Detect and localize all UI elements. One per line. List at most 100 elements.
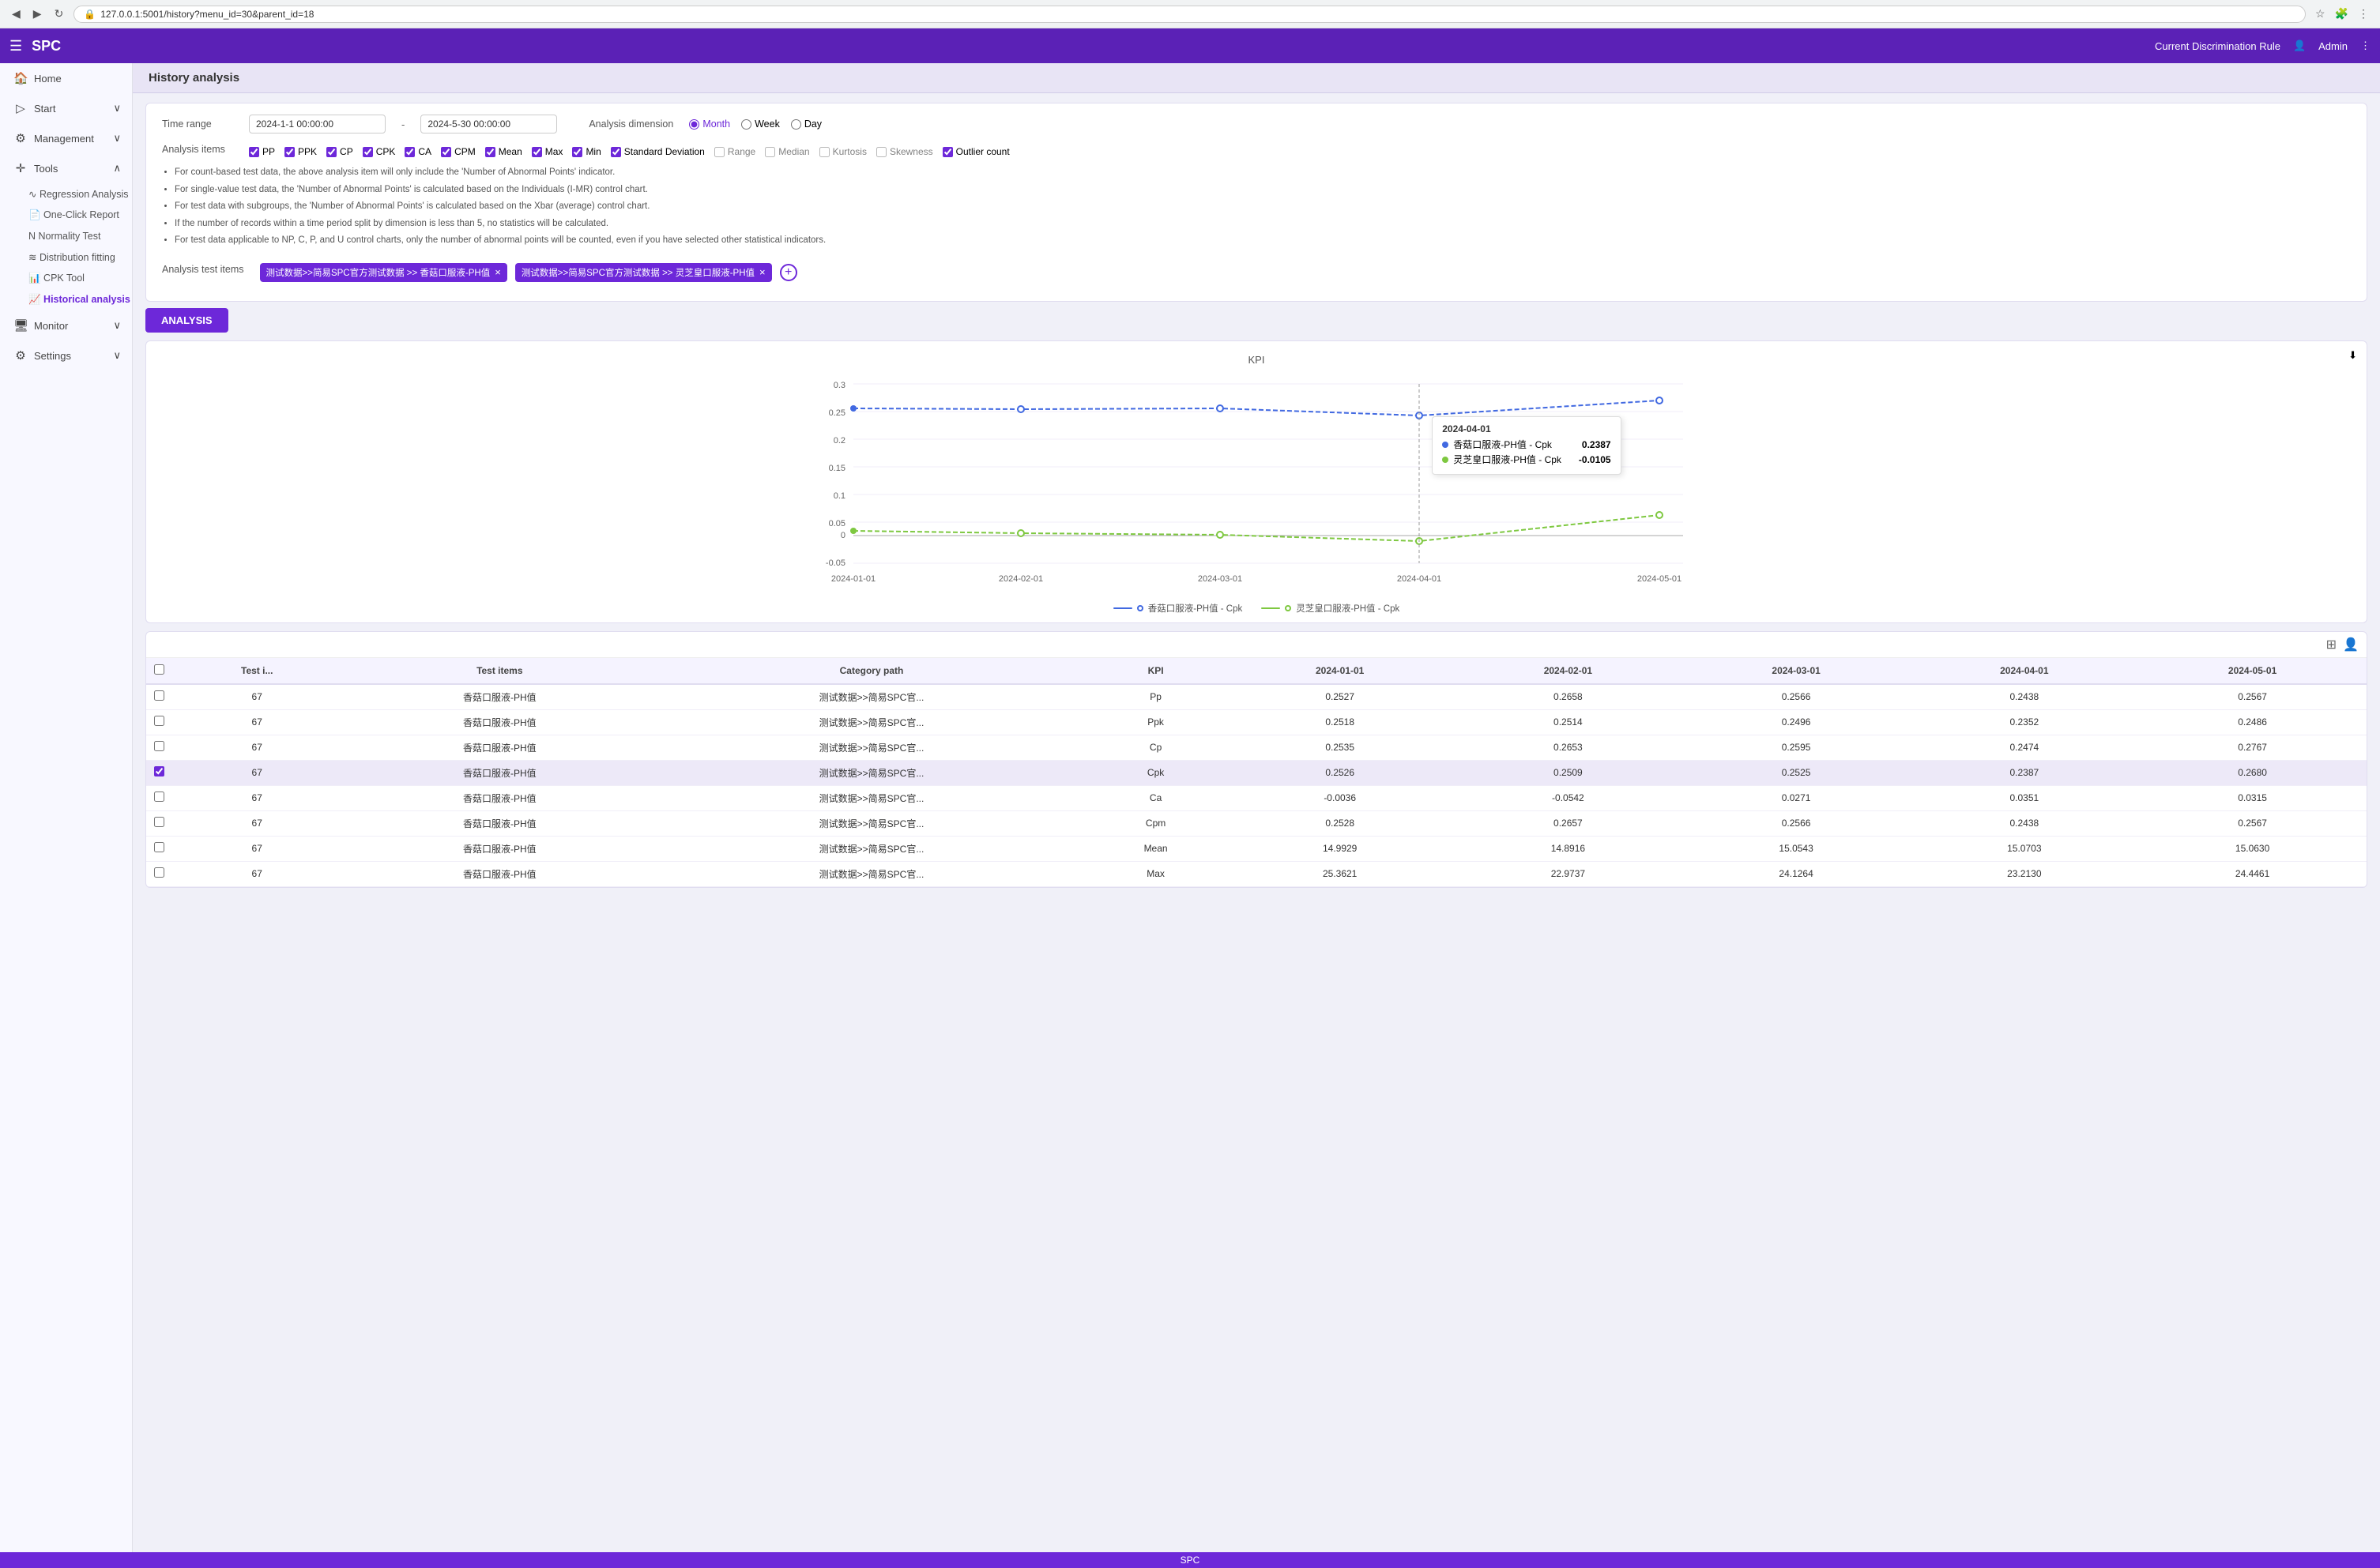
- cb-max[interactable]: Max: [532, 146, 563, 157]
- cb-ppk[interactable]: PPK: [284, 146, 317, 157]
- sidebar: 🏠 Home ▷ Start ∨ ⚙ Management ∨ ✛ Tools …: [0, 63, 133, 1552]
- sidebar-item-start[interactable]: ▷ Start ∨: [0, 93, 132, 123]
- row-checkbox[interactable]: [154, 792, 164, 802]
- sidebar-item-historical[interactable]: 📈 Historical analysis: [0, 289, 132, 310]
- cb-kurtosis[interactable]: Kurtosis: [819, 146, 867, 157]
- table-row: 67 香菇口服液-PH值 测试数据>>简易SPC官... Ppk 0.2518 …: [146, 709, 2367, 735]
- info-item-1: For count-based test data, the above ana…: [175, 165, 2351, 181]
- add-tag-button[interactable]: +: [780, 264, 797, 281]
- row-path: 测试数据>>简易SPC官...: [657, 836, 1086, 861]
- back-button[interactable]: ◀: [8, 6, 24, 22]
- topbar-more-icon[interactable]: ⋮: [2360, 39, 2371, 52]
- row-name: 香菇口服液-PH值: [341, 684, 657, 710]
- row-checkbox[interactable]: [154, 690, 164, 701]
- cb-mean[interactable]: Mean: [485, 146, 522, 157]
- row-checkbox-cell[interactable]: [146, 785, 172, 810]
- table-row: 67 香菇口服液-PH值 测试数据>>简易SPC官... Cpm 0.2528 …: [146, 810, 2367, 836]
- blue-line: [853, 400, 1659, 416]
- tag-2-close[interactable]: ×: [759, 266, 766, 278]
- table-body: 67 香菇口服液-PH值 测试数据>>简易SPC官... Pp 0.2527 0…: [146, 684, 2367, 887]
- blue-dot-1: [850, 405, 857, 412]
- data-table: Test i... Test items Category path KPI 2…: [146, 658, 2367, 887]
- row-kpi: Ca: [1086, 785, 1226, 810]
- dimension-day[interactable]: Day: [791, 118, 822, 130]
- dimension-month[interactable]: Month: [689, 118, 730, 130]
- cb-range[interactable]: Range: [714, 146, 755, 157]
- topbar-menu-icon[interactable]: ☰: [9, 38, 22, 55]
- sidebar-item-one-click[interactable]: 📄 One-Click Report: [0, 205, 132, 226]
- dimension-week[interactable]: Week: [741, 118, 780, 130]
- sidebar-item-management[interactable]: ⚙ Management ∨: [0, 123, 132, 153]
- row-v5: 0.2567: [2138, 810, 2367, 836]
- sidebar-item-regression[interactable]: ∿ Regression Analysis: [0, 183, 132, 205]
- refresh-button[interactable]: ↻: [51, 6, 68, 22]
- row-checkbox[interactable]: [154, 817, 164, 827]
- chevron-down-icon-monitor: ∨: [113, 319, 121, 332]
- row-checkbox[interactable]: [154, 741, 164, 751]
- main-layout: 🏠 Home ▷ Start ∨ ⚙ Management ∨ ✛ Tools …: [0, 63, 2380, 1552]
- row-checkbox-cell[interactable]: [146, 709, 172, 735]
- browser-nav[interactable]: ◀ ▶ ↻: [8, 6, 67, 22]
- cb-outlier[interactable]: Outlier count: [943, 146, 1010, 157]
- tag-1-close[interactable]: ×: [495, 266, 501, 278]
- normality-icon: N: [28, 231, 39, 242]
- row-checkbox-cell[interactable]: [146, 836, 172, 861]
- sidebar-item-settings-label: Settings: [34, 350, 71, 362]
- row-v2: 0.2653: [1454, 735, 1682, 760]
- sidebar-item-distribution[interactable]: ≋ Distribution fitting: [0, 246, 132, 268]
- tag-row: 测试数据>>简易SPC官方测试数据 >> 香菇口服液-PH值 × 测试数据>>简…: [260, 263, 797, 282]
- table-list-view-button[interactable]: 👤: [2343, 637, 2359, 652]
- star-icon[interactable]: ☆: [2312, 6, 2329, 22]
- row-checkbox-cell[interactable]: [146, 861, 172, 886]
- date-to-input[interactable]: [420, 115, 557, 133]
- start-icon: ▷: [13, 101, 28, 115]
- svg-text:2024-03-01: 2024-03-01: [1198, 574, 1242, 584]
- row-checkbox-cell[interactable]: [146, 760, 172, 785]
- row-v1: 0.2527: [1226, 684, 1454, 710]
- sidebar-item-home[interactable]: 🏠 Home: [0, 63, 132, 93]
- row-checkbox[interactable]: [154, 716, 164, 726]
- sidebar-item-monitor[interactable]: 🖥 Monitor ∨: [0, 310, 132, 340]
- chart-legend: 香菇口服液-PH值 - Cpk 灵芝皇口服液-PH值 - Cpk: [159, 602, 2354, 615]
- extension-icon[interactable]: 🧩: [2332, 6, 2352, 22]
- row-checkbox-cell[interactable]: [146, 810, 172, 836]
- row-checkbox[interactable]: [154, 867, 164, 878]
- row-checkbox[interactable]: [154, 842, 164, 852]
- row-v3: 24.1264: [1682, 861, 1911, 886]
- browser-url-bar[interactable]: 🔒 127.0.0.1:5001/history?menu_id=30&pare…: [73, 6, 2306, 23]
- table-grid-view-button[interactable]: ⊞: [2326, 637, 2337, 652]
- sidebar-item-cpk[interactable]: 📊 CPK Tool: [0, 268, 132, 289]
- analysis-button[interactable]: ANALYSIS: [145, 308, 228, 333]
- cb-median[interactable]: Median: [765, 146, 809, 157]
- menu-icon[interactable]: ⋮: [2355, 6, 2372, 22]
- cb-cpk[interactable]: CPK: [363, 146, 396, 157]
- cb-stddev[interactable]: Standard Deviation: [611, 146, 705, 157]
- date-from-input[interactable]: [249, 115, 386, 133]
- sidebar-item-tools[interactable]: ✛ Tools ∧: [0, 153, 132, 183]
- th-date-3: 2024-03-01: [1682, 658, 1911, 684]
- cb-skewness[interactable]: Skewness: [876, 146, 933, 157]
- row-v3: 0.2525: [1682, 760, 1911, 785]
- sidebar-item-settings[interactable]: ⚙ Settings ∨: [0, 340, 132, 370]
- forward-button[interactable]: ▶: [29, 6, 46, 22]
- row-path: 测试数据>>简易SPC官...: [657, 760, 1086, 785]
- row-checkbox-cell[interactable]: [146, 735, 172, 760]
- content-area: History analysis Time range - Analysis d…: [133, 63, 2380, 1552]
- download-icon[interactable]: ⬇: [2348, 349, 2357, 362]
- row-checkbox-cell[interactable]: [146, 684, 172, 710]
- cb-min[interactable]: Min: [572, 146, 601, 157]
- green-dot-5: [1656, 512, 1663, 518]
- cb-cpm[interactable]: CPM: [441, 146, 476, 157]
- cb-cp[interactable]: CP: [326, 146, 353, 157]
- cb-pp[interactable]: PP: [249, 146, 275, 157]
- th-select-all[interactable]: [146, 658, 172, 684]
- row-path: 测试数据>>简易SPC官...: [657, 810, 1086, 836]
- svg-text:0.15: 0.15: [829, 464, 845, 473]
- row-id: 67: [172, 684, 341, 710]
- row-checkbox[interactable]: [154, 766, 164, 776]
- legend-item-1: 香菇口服液-PH值 - Cpk: [1113, 602, 1242, 615]
- cb-ca[interactable]: CA: [405, 146, 431, 157]
- row-v4: 0.2438: [1910, 810, 2138, 836]
- sidebar-item-normality[interactable]: N Normality Test: [0, 226, 132, 246]
- row-path: 测试数据>>简易SPC官...: [657, 735, 1086, 760]
